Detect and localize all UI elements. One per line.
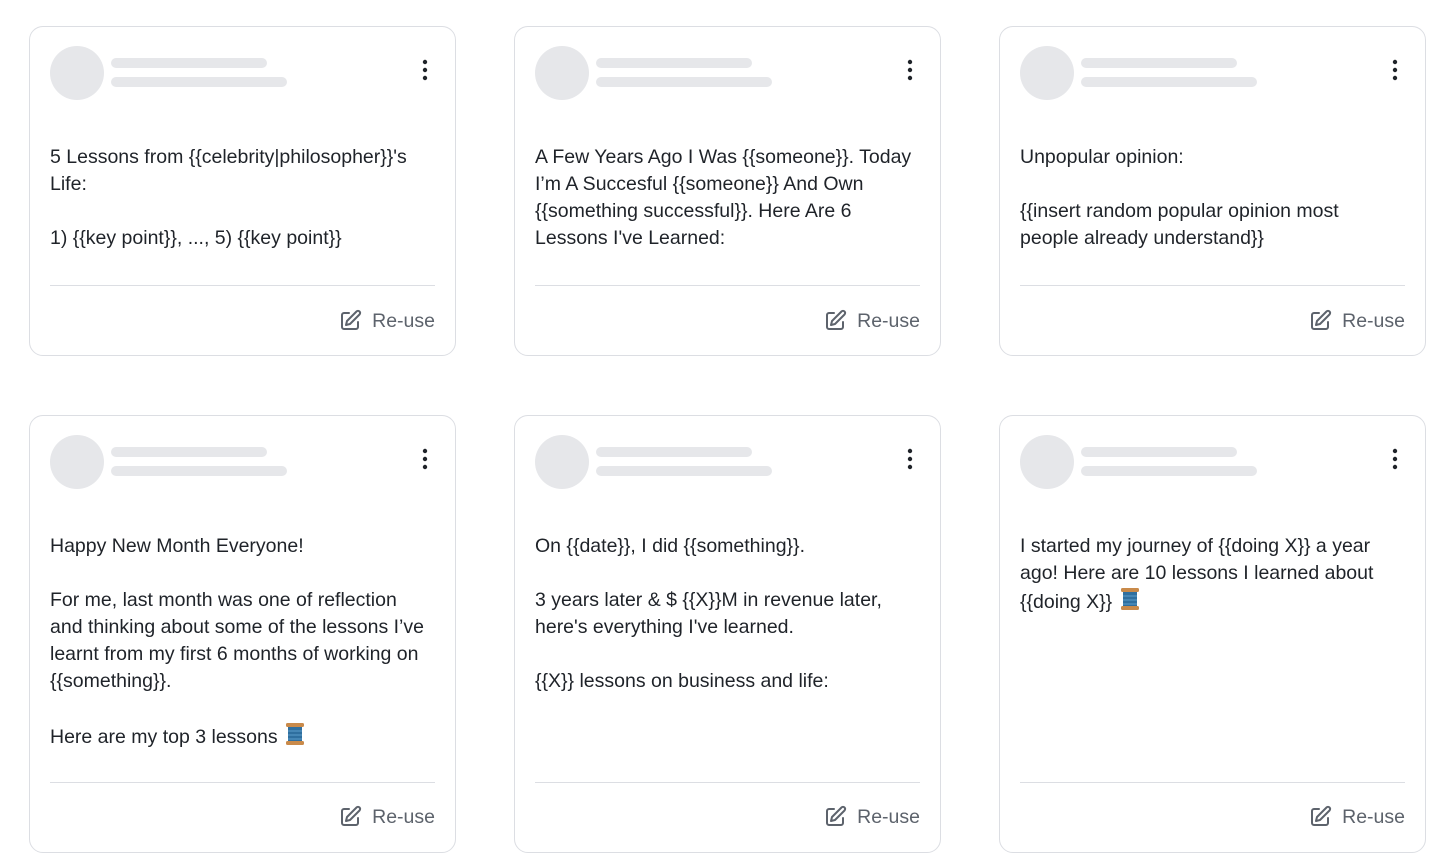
more-options-icon[interactable] — [1383, 58, 1407, 82]
avatar-placeholder — [50, 46, 104, 100]
reuse-button[interactable]: Re-use — [1308, 802, 1405, 832]
divider — [535, 285, 920, 286]
post-text: A Few Years Ago I Was {{someone}}. Today… — [535, 144, 927, 252]
post-text: Unpopular opinion: {{insert random popul… — [1020, 144, 1412, 252]
post-text: Happy New Month Everyone! For me, last m… — [50, 533, 442, 754]
post-text-content: A Few Years Ago I Was {{someone}}. Today… — [535, 146, 912, 249]
post-text-content: Happy New Month Everyone! For me, last m… — [50, 535, 424, 748]
template-card: I started my journey of {{doing X}} a ye… — [999, 415, 1426, 853]
divider — [535, 782, 920, 783]
post-text: 5 Lessons from {{celebrity|philosopher}}… — [50, 144, 442, 252]
template-card: 5 Lessons from {{celebrity|philosopher}}… — [29, 26, 456, 356]
more-options-icon[interactable] — [413, 58, 437, 82]
reuse-label: Re-use — [857, 309, 920, 332]
subtitle-placeholder — [111, 466, 287, 476]
edit-icon — [338, 805, 362, 829]
subtitle-placeholder — [1081, 466, 1257, 476]
reuse-button[interactable]: Re-use — [338, 802, 435, 832]
name-placeholder — [111, 58, 267, 68]
edit-icon — [338, 309, 362, 333]
edit-icon — [823, 805, 847, 829]
reuse-label: Re-use — [1342, 309, 1405, 332]
subtitle-placeholder — [1081, 77, 1257, 87]
reuse-button[interactable]: Re-use — [823, 306, 920, 336]
name-placeholder — [111, 447, 267, 457]
divider — [50, 285, 435, 286]
more-options-icon[interactable] — [898, 58, 922, 82]
avatar-placeholder — [1020, 435, 1074, 489]
template-card: On {{date}}, I did {{something}}. 3 year… — [514, 415, 941, 853]
reuse-label: Re-use — [1342, 805, 1405, 828]
post-text-content: On {{date}}, I did {{something}}. 3 year… — [535, 535, 882, 692]
avatar-placeholder — [535, 46, 589, 100]
reuse-button[interactable]: Re-use — [823, 802, 920, 832]
avatar-placeholder — [535, 435, 589, 489]
subtitle-placeholder — [111, 77, 287, 87]
reuse-label: Re-use — [372, 805, 435, 828]
more-options-icon[interactable] — [413, 447, 437, 471]
reuse-button[interactable]: Re-use — [338, 306, 435, 336]
post-text: I started my journey of {{doing X}} a ye… — [1020, 533, 1412, 619]
edit-icon — [823, 309, 847, 333]
spool-of-thread-icon — [1120, 587, 1140, 619]
divider — [1020, 285, 1405, 286]
more-options-icon[interactable] — [1383, 447, 1407, 471]
post-text-content: 5 Lessons from {{celebrity|philosopher}}… — [50, 146, 407, 249]
divider — [50, 782, 435, 783]
name-placeholder — [596, 58, 752, 68]
avatar-placeholder — [1020, 46, 1074, 100]
spool-of-thread-icon — [285, 722, 305, 754]
post-text-content: Unpopular opinion: {{insert random popul… — [1020, 146, 1339, 249]
post-text-content: I started my journey of {{doing X}} a ye… — [1020, 535, 1374, 613]
reuse-button[interactable]: Re-use — [1308, 306, 1405, 336]
edit-icon — [1308, 309, 1332, 333]
divider — [1020, 782, 1405, 783]
template-card: Unpopular opinion: {{insert random popul… — [999, 26, 1426, 356]
reuse-label: Re-use — [372, 309, 435, 332]
post-text: On {{date}}, I did {{something}}. 3 year… — [535, 533, 927, 695]
avatar-placeholder — [50, 435, 104, 489]
edit-icon — [1308, 805, 1332, 829]
reuse-label: Re-use — [857, 805, 920, 828]
template-card: Happy New Month Everyone! For me, last m… — [29, 415, 456, 853]
template-card: A Few Years Ago I Was {{someone}}. Today… — [514, 26, 941, 356]
name-placeholder — [1081, 58, 1237, 68]
name-placeholder — [596, 447, 752, 457]
name-placeholder — [1081, 447, 1237, 457]
subtitle-placeholder — [596, 466, 772, 476]
subtitle-placeholder — [596, 77, 772, 87]
more-options-icon[interactable] — [898, 447, 922, 471]
